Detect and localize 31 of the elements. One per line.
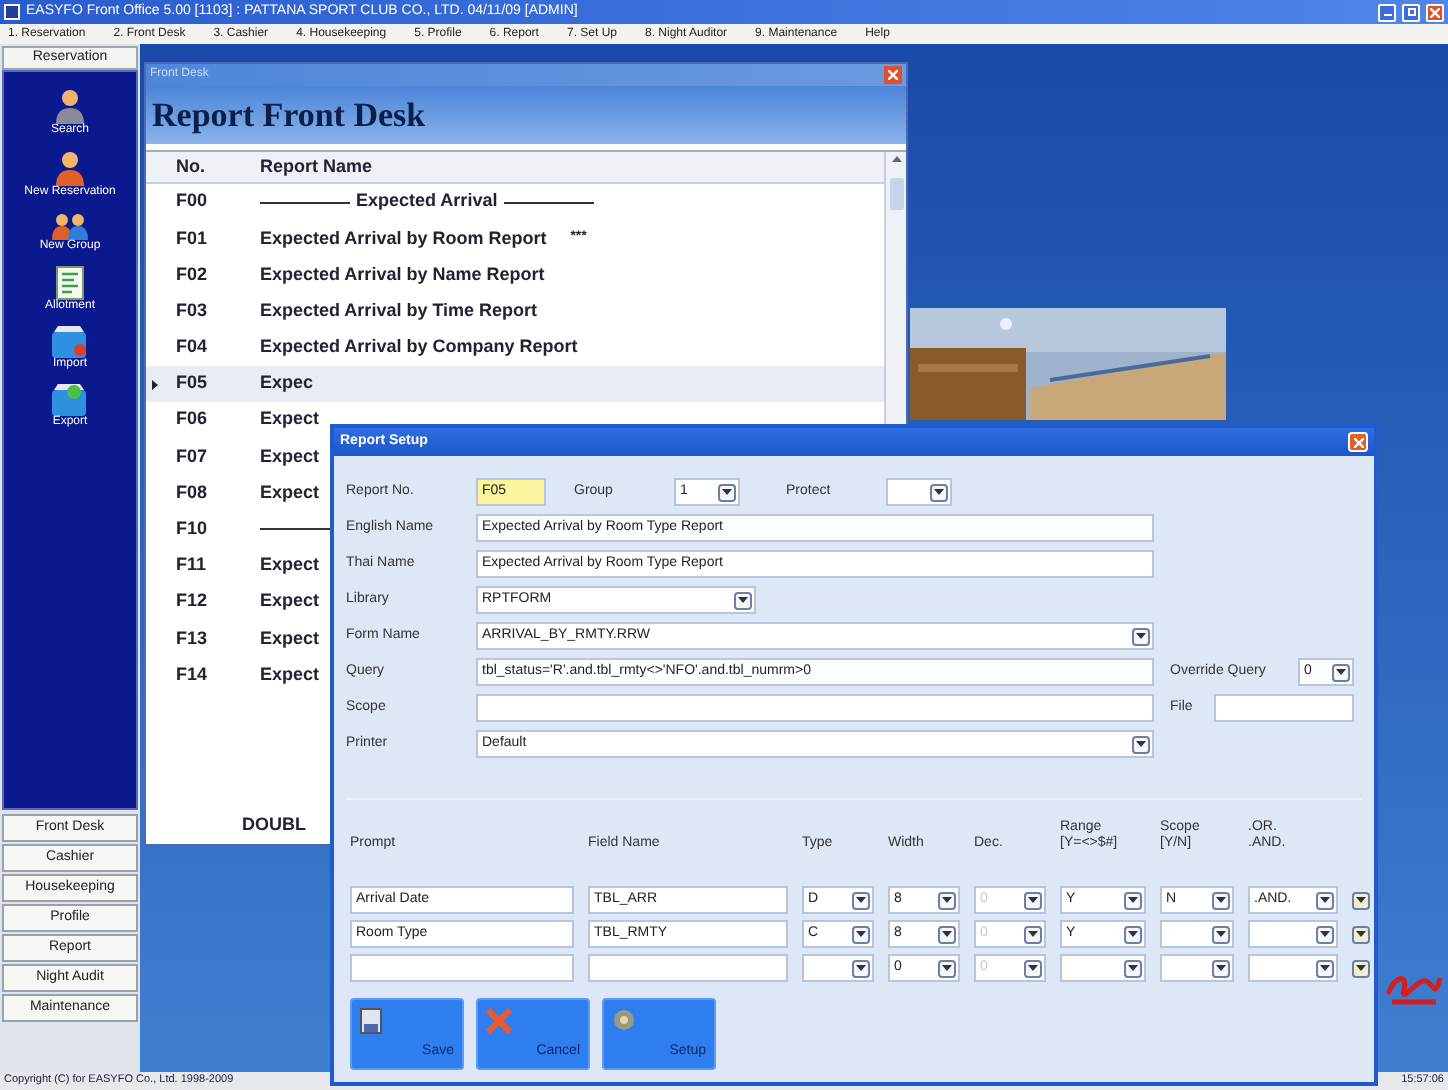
table-footer: DOUBL xyxy=(146,811,884,838)
table-cell-text: Expected Arrival by Time Report xyxy=(260,297,538,324)
table-cell-text: F06 xyxy=(174,406,210,433)
column-header: Report Name xyxy=(258,153,373,180)
table-cell-text: F01 xyxy=(174,225,210,252)
table-cell-text: Expec xyxy=(260,370,314,397)
table-cell-text: Expected Arrival by Room Report xyxy=(260,225,547,252)
table-cell-text: Expected Arrival by Name Report xyxy=(260,261,545,288)
table-cell-text: Expect xyxy=(260,588,320,615)
column-header: No. xyxy=(174,153,207,180)
table-cell-text: F02 xyxy=(174,261,210,288)
table-cell-text: F07 xyxy=(174,443,210,470)
table-cell-text: Expect xyxy=(260,552,320,579)
table-cell-text: Expect xyxy=(260,443,320,470)
table-cell-text: F04 xyxy=(174,334,210,361)
table-cell-text: F05 xyxy=(174,370,210,397)
table-cell-text: Expect xyxy=(260,625,320,652)
table-cell-text: Expected Arrival by Company Report xyxy=(260,334,578,361)
report-heading: Report Front Desk xyxy=(152,93,426,138)
table-cell-text: F03 xyxy=(174,297,210,324)
table-cell-text: Expected Arrival xyxy=(356,188,498,215)
table-cell-text: Expect xyxy=(260,406,320,433)
table-cell-text: F08 xyxy=(174,479,210,506)
table-cell-text: F11 xyxy=(174,552,209,579)
table-cell-text: F00 xyxy=(174,188,210,215)
table-cell-text: F13 xyxy=(174,625,210,652)
table-cell-text: F14 xyxy=(174,661,210,688)
table-cell-text: Expect xyxy=(260,479,320,506)
table-cell-text: Expect xyxy=(260,661,320,688)
table-cell-text: F12 xyxy=(174,588,210,615)
table-cell-text: F10 xyxy=(174,516,210,543)
